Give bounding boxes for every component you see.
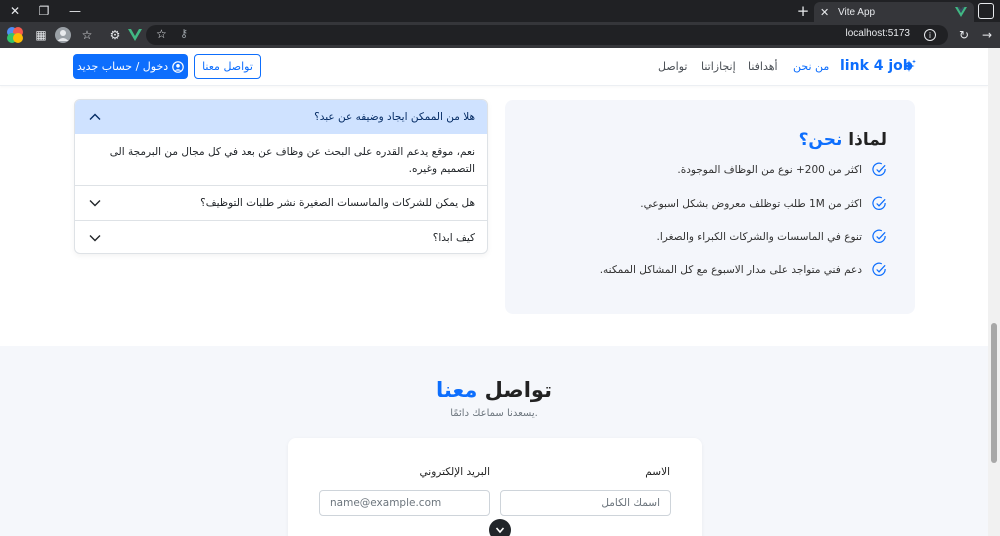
vue-devtools-icon[interactable] — [126, 26, 144, 44]
faq-question-text: كيف ابدا؟ — [432, 232, 475, 244]
restore-window-icon[interactable]: ❐ — [29, 0, 59, 22]
browser-titlebar: ✕ ❐ — + ✕ Vite App — [0, 0, 1000, 22]
close-tab-icon[interactable]: ✕ — [820, 6, 834, 19]
chevron-down-icon — [495, 527, 505, 534]
nav-link-contact[interactable]: تواصل — [658, 60, 687, 73]
browser-menu-icon[interactable] — [978, 3, 994, 19]
chevron-down-icon — [89, 235, 101, 242]
check-circle-icon — [872, 162, 886, 176]
user-circle-icon — [172, 60, 184, 73]
nav-link-goals[interactable]: أهدافنا — [748, 60, 778, 73]
name-label: الاسم — [645, 466, 670, 478]
faq-question-2[interactable]: هل يمكن للشركات والماسسات الصغيرة نشر طل… — [75, 186, 487, 220]
minimize-window-icon[interactable]: — — [60, 0, 90, 22]
contact-us-button[interactable]: تواصل معنا — [194, 54, 261, 79]
why-us-item: اكثر من 1M طلب توظلف معروض بشكل اسبوعي. — [640, 196, 887, 211]
name-input[interactable]: اسمك الكامل — [500, 490, 671, 516]
address-bar[interactable]: ☆ ⚷ localhost:5173 i — [146, 25, 948, 45]
page-viewport: link 4 job من نحن أهدافنا إنجازاتنا تواص… — [0, 48, 988, 536]
contact-title-part1: تواصل — [477, 378, 552, 402]
contact-subtitle: يسعدنا سماعك دائمًا. — [450, 408, 538, 419]
contact-section: تواصل معنا يسعدنا سماعك دائمًا. الاسم ال… — [0, 346, 988, 536]
faq-accordion: هلا من الممكن ايجاد وضيفه عن عبد؟ نعم، م… — [74, 99, 488, 254]
profile-avatar-icon[interactable] — [54, 26, 72, 44]
favorites-icon[interactable]: ☆ — [78, 26, 96, 44]
why-us-item: اكثر من 200+ نوع من الوظاف الموجودة. — [677, 162, 887, 177]
forward-icon[interactable]: → — [978, 26, 996, 44]
email-input[interactable]: name@example.com — [319, 490, 490, 516]
why-us-title-accent: نحن؟ — [798, 130, 843, 150]
chevron-down-icon — [89, 200, 101, 207]
url-text[interactable]: localhost:5173 — [846, 28, 911, 39]
faq-question-3[interactable]: كيف ابدا؟ — [75, 221, 487, 253]
scroll-down-button[interactable] — [489, 519, 511, 536]
nav-link-about[interactable]: من نحن — [793, 60, 829, 73]
site-navbar: link 4 job من نحن أهدافنا إنجازاتنا تواص… — [0, 48, 988, 86]
why-us-item-text: اكثر من 200+ نوع من الوظاف الموجودة. — [677, 163, 862, 176]
grid-icon[interactable]: ▦ — [32, 26, 50, 44]
close-window-icon[interactable]: ✕ — [0, 0, 30, 22]
brand-logo[interactable]: link 4 job — [840, 58, 913, 74]
why-us-item-text: اكثر من 1M طلب توظلف معروض بشكل اسبوعي. — [640, 197, 862, 210]
why-us-item-text: تنوع في الماسسات والشركات الكبراء والصغر… — [656, 230, 862, 243]
why-us-title-part1: لماذا — [842, 130, 887, 150]
why-us-title: لماذا نحن؟ — [799, 130, 887, 150]
why-us-card: لماذا نحن؟ اكثر من 200+ نوع من الوظاف ال… — [505, 100, 915, 314]
check-circle-icon — [872, 229, 886, 243]
page-scrollbar[interactable] — [988, 48, 1000, 536]
faq-question-1[interactable]: هلا من الممكن ايجاد وضيفه عن عبد؟ — [75, 100, 487, 134]
key-icon[interactable]: ⚷ — [180, 27, 188, 40]
faq-answer-1: نعم، موقع يدعم القدره على البحث عن وظاف … — [75, 134, 487, 186]
faq-question-text: هلا من الممكن ايجاد وضيفه عن عبد؟ — [314, 111, 475, 123]
extension-icon[interactable]: ⚙ — [106, 26, 124, 44]
why-us-item: تنوع في الماسسات والشركات الكبراء والصغر… — [657, 229, 887, 244]
scrollbar-thumb[interactable] — [991, 323, 997, 463]
site-info-icon[interactable]: i — [924, 29, 936, 41]
why-us-item: دعم فني متواجد على مدار الاسبوع مع كل ال… — [600, 262, 887, 277]
new-tab-button[interactable]: + — [792, 0, 814, 22]
vue-logo-icon — [955, 7, 967, 17]
check-circle-icon — [872, 262, 886, 276]
nav-link-achievements[interactable]: إنجازاتنا — [701, 60, 736, 73]
browser-toolbar: ▦ ☆ ⚙ ☆ ⚷ localhost:5173 i ↻ → — [0, 22, 1000, 48]
login-register-label: دخول / حساب جديد — [76, 60, 169, 73]
copilot-icon[interactable] — [6, 26, 24, 44]
email-label: البريد الإلكتروني — [419, 466, 490, 478]
why-us-item-text: دعم فني متواجد على مدار الاسبوع مع كل ال… — [599, 263, 862, 276]
contact-title-accent: معنا — [436, 378, 478, 402]
browser-tab[interactable]: ✕ Vite App — [814, 2, 974, 22]
tab-title: Vite App — [838, 6, 876, 18]
contact-title: تواصل معنا — [0, 378, 988, 402]
chevron-up-icon — [89, 113, 101, 120]
check-circle-icon — [872, 196, 886, 210]
faq-question-text: هل يمكن للشركات والماسسات الصغيرة نشر طل… — [200, 197, 475, 209]
login-register-button[interactable]: دخول / حساب جديد — [73, 54, 188, 79]
bookmark-star-icon[interactable]: ☆ — [156, 27, 167, 41]
reload-icon[interactable]: ↻ — [955, 26, 973, 44]
